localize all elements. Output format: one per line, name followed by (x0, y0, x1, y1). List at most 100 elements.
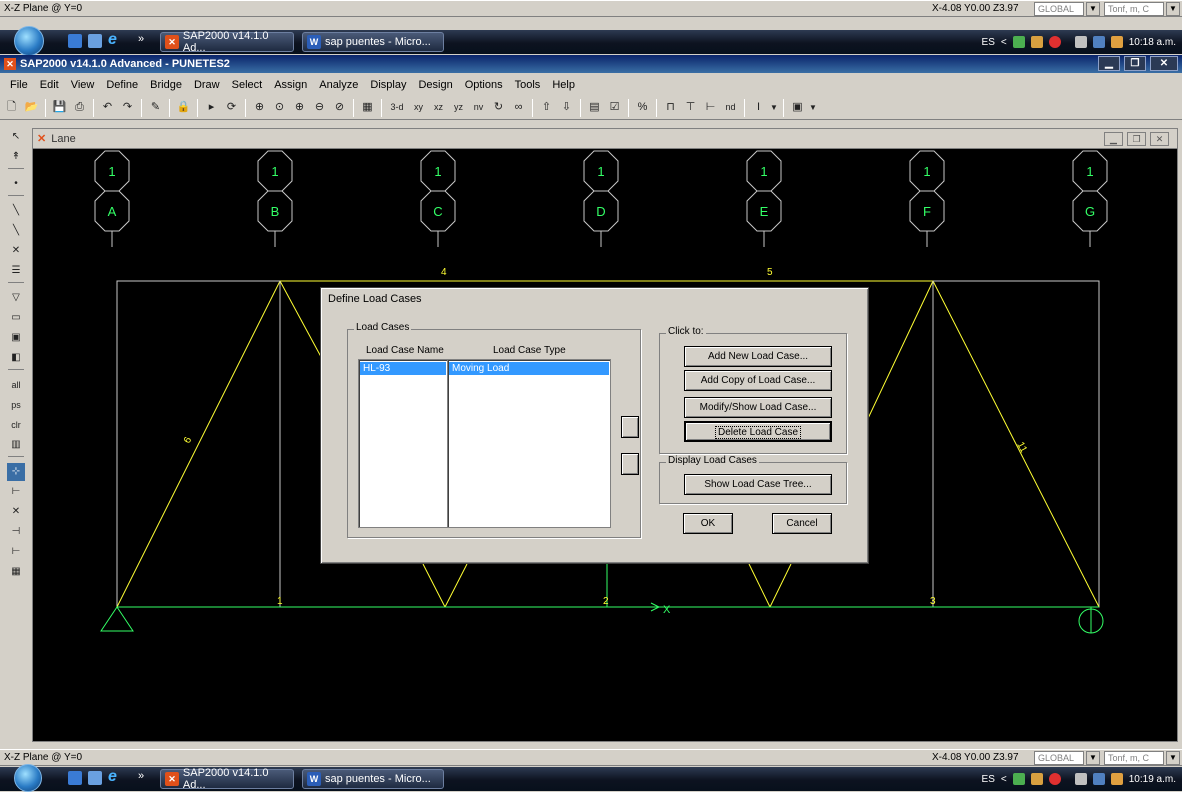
draw-frame-icon[interactable]: ╲ (7, 202, 25, 220)
truss-member[interactable] (444, 563, 468, 608)
perspective-icon[interactable]: ∞ (509, 98, 528, 117)
snap-perpendicular-icon[interactable]: ⊣ (7, 523, 25, 541)
tray-app-icon[interactable] (1030, 773, 1043, 785)
save-icon[interactable]: 💾 (50, 98, 69, 117)
zoom-restore-icon[interactable]: ⊙ (270, 98, 289, 117)
menu-edit[interactable]: Edit (34, 79, 65, 91)
taskbar-item-sap2000[interactable]: ✕ SAP2000 v14.1.0 Ad... (160, 30, 294, 54)
set-display-icon[interactable]: ☑ (605, 98, 624, 117)
view-yz-button[interactable]: yz (449, 98, 468, 117)
minimize-button[interactable]: ▁ (1098, 56, 1120, 71)
quick-draw-area-icon[interactable]: ▣ (7, 329, 25, 347)
taskbar-item-word[interactable]: W sap puentes - Micro... (302, 769, 444, 789)
view-xy-button[interactable]: xy (409, 98, 428, 117)
menu-display[interactable]: Display (364, 79, 412, 91)
child-close-button[interactable]: ✕ (1150, 132, 1169, 146)
child-minimize-button[interactable]: ▁ (1104, 132, 1123, 146)
units-select[interactable]: Tonf, m, C (1104, 2, 1164, 16)
draw-solid-icon[interactable]: ◧ (7, 349, 25, 367)
pointer-icon[interactable]: ↖ (7, 128, 25, 146)
move-up-icon[interactable]: ⇧ (537, 98, 556, 117)
tray-app-icon[interactable] (1030, 36, 1043, 48)
zoom-out-icon[interactable]: ⊖ (310, 98, 329, 117)
language-indicator[interactable]: ES (982, 774, 995, 785)
cancel-button[interactable]: Cancel (772, 513, 832, 534)
tray-antivirus-icon[interactable] (1048, 36, 1061, 48)
switch-windows-icon[interactable] (88, 771, 102, 785)
snap-intersect-icon[interactable]: ✕ (7, 503, 25, 521)
taskbar-item-word[interactable]: W sap puentes - Micro... (302, 32, 444, 52)
zoom-pan-icon[interactable]: ⊘ (330, 98, 349, 117)
tray-network-icon[interactable] (1092, 773, 1105, 785)
rotate-icon[interactable]: ↻ (489, 98, 508, 117)
restore-button[interactable]: ❐ (1124, 56, 1146, 71)
text-tool-dropdown-icon[interactable]: ▼ (769, 98, 779, 117)
frame-section-icon[interactable]: ⊓ (661, 98, 680, 117)
snap-ends-icon[interactable]: ⊢ (7, 483, 25, 501)
load-case-name-list[interactable]: HL-93 (358, 359, 448, 528)
view-nv-button[interactable]: nv (469, 98, 488, 117)
zoom-window-icon[interactable]: ⊕ (250, 98, 269, 117)
start-button[interactable] (14, 764, 42, 792)
tray-expand-icon[interactable]: < (1001, 37, 1007, 48)
percent-button[interactable]: % (633, 98, 652, 117)
draw-secondary-icon[interactable]: ☰ (7, 262, 25, 280)
new-file-icon[interactable]: 🗋 (2, 98, 21, 117)
scroll-up-button[interactable] (621, 416, 639, 438)
draw-rect-area-icon[interactable]: ▭ (7, 309, 25, 327)
truss-member[interactable] (862, 280, 934, 430)
print-icon[interactable]: ⎙ (70, 98, 89, 117)
units-dropdown-icon[interactable]: ▼ (1166, 751, 1180, 765)
intersect-line-icon[interactable]: ▥ (7, 436, 25, 454)
tray-network-icon[interactable] (1092, 36, 1105, 48)
tray-safely-remove-icon[interactable] (1074, 36, 1087, 48)
start-button[interactable] (14, 26, 44, 56)
snap-points-icon[interactable]: ⊹ (7, 463, 25, 481)
truss-member[interactable] (748, 563, 771, 608)
previous-selection-button[interactable]: ps (7, 396, 25, 414)
add-new-load-case-button[interactable]: Add New Load Case... (684, 346, 832, 367)
draw-joint-icon[interactable]: • (7, 175, 25, 193)
snap-lines-icon[interactable]: ⊢ (7, 543, 25, 561)
modify-show-load-case-button[interactable]: Modify/Show Load Case... (684, 397, 832, 418)
switch-windows-icon[interactable] (88, 34, 102, 48)
refresh-icon[interactable]: ⟳ (222, 98, 241, 117)
menu-define[interactable]: Define (100, 79, 144, 91)
select-all-button[interactable]: all (7, 376, 25, 394)
frame-draw-icon[interactable]: ⊢ (701, 98, 720, 117)
units-select[interactable]: Tonf, m, C (1104, 751, 1164, 765)
menu-help[interactable]: Help (546, 79, 581, 91)
child-restore-button[interactable]: ❐ (1127, 132, 1146, 146)
menu-file[interactable]: File (4, 79, 34, 91)
view-xz-button[interactable]: xz (429, 98, 448, 117)
tray-check-icon[interactable] (1012, 773, 1025, 785)
menu-draw[interactable]: Draw (188, 79, 226, 91)
menu-tools[interactable]: Tools (509, 79, 547, 91)
display-options-dropdown-icon[interactable]: ▼ (808, 98, 818, 117)
menu-select[interactable]: Select (226, 79, 269, 91)
tray-antivirus-icon[interactable] (1048, 773, 1061, 785)
delete-load-case-button[interactable]: Delete Load Case (684, 421, 832, 442)
snap-fine-grid-icon[interactable]: ▦ (7, 563, 25, 581)
move-down-icon[interactable]: ⇩ (557, 98, 576, 117)
tray-check-icon[interactable] (1012, 36, 1025, 48)
redo-icon[interactable]: ↷ (118, 98, 137, 117)
view-3d-button[interactable]: 3-d (386, 98, 408, 117)
app-icon[interactable]: ✕ (4, 58, 16, 70)
quick-draw-frame-icon[interactable]: ╲ (7, 222, 25, 240)
units-dropdown-icon[interactable]: ▼ (1166, 2, 1180, 16)
taskbar-chevron-icon[interactable]: » (138, 33, 144, 45)
clear-selection-button[interactable]: clr (7, 416, 25, 434)
truss-member[interactable] (116, 280, 281, 608)
zoom-in-icon[interactable]: ⊕ (290, 98, 309, 117)
text-tool-icon[interactable]: I (749, 98, 768, 117)
object-shrink-icon[interactable]: ▤ (585, 98, 604, 117)
draw-braces-icon[interactable]: ✕ (7, 242, 25, 260)
language-indicator[interactable]: ES (982, 37, 995, 48)
show-desktop-icon[interactable] (68, 34, 82, 48)
frame-release-icon[interactable]: ⊤ (681, 98, 700, 117)
tray-volume-icon[interactable] (1110, 36, 1123, 48)
pencil-icon[interactable]: ✎ (146, 98, 165, 117)
ok-button[interactable]: OK (683, 513, 733, 534)
add-copy-load-case-button[interactable]: Add Copy of Load Case... (684, 370, 832, 391)
